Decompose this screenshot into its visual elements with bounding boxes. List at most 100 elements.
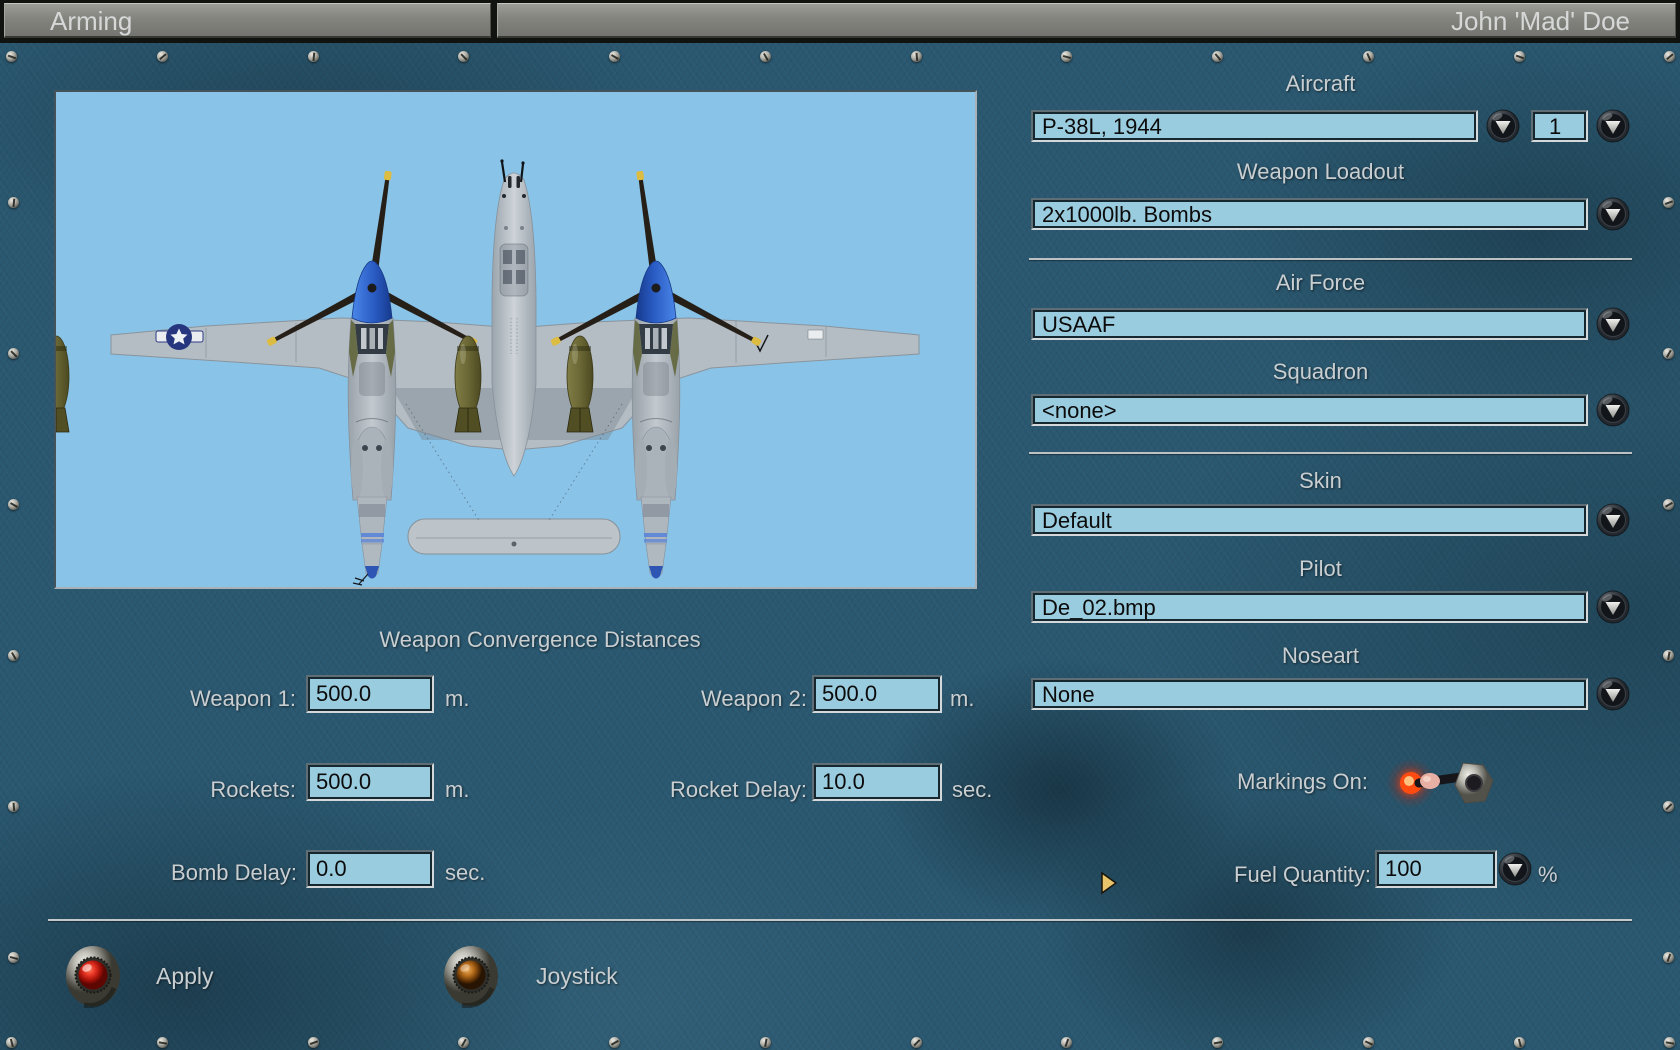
screw-icon: [6, 1037, 17, 1048]
dropdown-arrow-icon: [1596, 109, 1630, 143]
convergence-title: Weapon Convergence Distances: [240, 627, 840, 653]
screw-icon: [8, 952, 19, 963]
dropdown-arrow-icon: [1596, 197, 1630, 231]
bomb-delay-unit: sec.: [445, 860, 485, 886]
screw-icon: [760, 1037, 771, 1048]
screw-icon: [1663, 650, 1674, 661]
screw-icon: [1663, 499, 1674, 510]
rocket-delay-label: Rocket Delay:: [607, 777, 807, 803]
screw-icon: [157, 1037, 168, 1048]
footer-divider: [48, 919, 1632, 921]
squadron-dropdown[interactable]: <none>: [1031, 394, 1588, 426]
fuel-quantity-unit: %: [1538, 862, 1558, 888]
dropdown-arrow-icon: [1596, 307, 1630, 341]
noseart-arrow-button[interactable]: [1596, 677, 1630, 711]
screw-icon: [1514, 51, 1525, 62]
screw-icon: [1212, 51, 1223, 62]
screw-icon: [1061, 51, 1072, 62]
joystick-button-icon: [438, 942, 504, 1008]
markings-toggle-switch[interactable]: [1385, 753, 1497, 811]
noseart-label: Noseart: [1031, 643, 1610, 669]
rocket-delay-input[interactable]: [812, 763, 942, 801]
screw-icon: [308, 1037, 319, 1048]
apply-button[interactable]: Apply: [60, 942, 320, 1008]
weapon1-convergence-input[interactable]: [306, 675, 434, 713]
aircraft-dropdown-arrow-button[interactable]: [1486, 109, 1520, 143]
rockets-convergence-input[interactable]: [306, 763, 434, 801]
dropdown-arrow-icon: [1596, 590, 1630, 624]
aircraft-count-arrow-button[interactable]: [1596, 109, 1630, 143]
squadron-arrow-button[interactable]: [1596, 393, 1630, 427]
screw-icon: [308, 51, 319, 62]
rocket-delay-unit: sec.: [952, 777, 992, 803]
weapon-loadout-label: Weapon Loadout: [1031, 159, 1610, 185]
section-divider: [1029, 452, 1632, 454]
rockets-label: Rockets:: [96, 777, 296, 803]
arming-screen: Arming John 'Mad' Doe: [0, 0, 1680, 1050]
skin-dropdown[interactable]: Default: [1031, 504, 1588, 536]
fuel-quantity-label: Fuel Quantity:: [1031, 862, 1371, 888]
screw-icon: [911, 1037, 922, 1048]
air-force-arrow-button[interactable]: [1596, 307, 1630, 341]
weapon1-unit: m.: [445, 686, 469, 712]
screw-icon: [6, 51, 17, 62]
bomb-delay-input[interactable]: [306, 850, 434, 888]
aircraft-dropdown[interactable]: P-38L, 1944: [1031, 110, 1478, 142]
screw-icon: [1663, 801, 1674, 812]
screw-icon: [1061, 1037, 1072, 1048]
aircraft-label: Aircraft: [1031, 71, 1610, 97]
screw-icon: [1663, 197, 1674, 208]
pilot-arrow-button[interactable]: [1596, 590, 1630, 624]
joystick-button[interactable]: Joystick: [438, 942, 698, 1008]
screw-icon: [8, 348, 19, 359]
player-name: John 'Mad' Doe: [1451, 6, 1630, 36]
fuel-quantity-arrow-button[interactable]: [1498, 852, 1532, 886]
skin-label: Skin: [1031, 468, 1610, 494]
screen-title-bar: Arming: [4, 3, 491, 38]
screw-icon: [458, 51, 469, 62]
dropdown-arrow-icon: [1498, 852, 1532, 886]
pilot-dropdown[interactable]: De_02.bmp: [1031, 591, 1588, 623]
screw-icon: [8, 650, 19, 661]
aircraft-count-field[interactable]: 1: [1531, 110, 1588, 142]
section-divider: [1029, 258, 1632, 260]
screw-icon: [8, 197, 19, 208]
screw-icon: [609, 51, 620, 62]
weapon2-unit: m.: [950, 686, 974, 712]
dropdown-arrow-icon: [1596, 677, 1630, 711]
weapon-loadout-dropdown[interactable]: 2x1000lb. Bombs: [1031, 198, 1588, 230]
markings-on-label: Markings On:: [1031, 769, 1368, 795]
noseart-dropdown[interactable]: None: [1031, 678, 1588, 710]
player-name-bar: John 'Mad' Doe: [497, 3, 1676, 38]
screw-icon: [1363, 1037, 1374, 1048]
apply-button-icon: [60, 942, 126, 1008]
weapon2-convergence-input[interactable]: [812, 675, 942, 713]
page-title: Arming: [50, 6, 132, 36]
fuel-quantity-input[interactable]: [1375, 850, 1497, 888]
screw-icon: [609, 1037, 620, 1048]
apply-button-label: Apply: [156, 963, 214, 990]
dropdown-arrow-icon: [1596, 503, 1630, 537]
screw-icon: [760, 51, 771, 62]
bomb-delay-label: Bomb Delay:: [96, 860, 297, 886]
weapon-loadout-arrow-button[interactable]: [1596, 197, 1630, 231]
squadron-label: Squadron: [1031, 359, 1610, 385]
screw-icon: [8, 499, 19, 510]
pilot-label: Pilot: [1031, 556, 1610, 582]
screw-icon: [1514, 1037, 1525, 1048]
screw-icon: [1212, 1037, 1223, 1048]
skin-arrow-button[interactable]: [1596, 503, 1630, 537]
screw-icon: [157, 51, 168, 62]
screw-icon: [911, 51, 922, 62]
dropdown-arrow-icon: [1486, 109, 1520, 143]
dropdown-arrow-icon: [1596, 393, 1630, 427]
screw-icon: [1663, 952, 1674, 963]
weapon1-label: Weapon 1:: [96, 686, 296, 712]
joystick-button-label: Joystick: [536, 963, 618, 990]
screw-icon: [1664, 51, 1675, 62]
screw-icon: [1363, 51, 1374, 62]
air-force-dropdown[interactable]: USAAF: [1031, 308, 1588, 340]
p38-aircraft-image: [56, 92, 975, 587]
screw-icon: [1663, 348, 1674, 359]
weapon2-label: Weapon 2:: [607, 686, 807, 712]
